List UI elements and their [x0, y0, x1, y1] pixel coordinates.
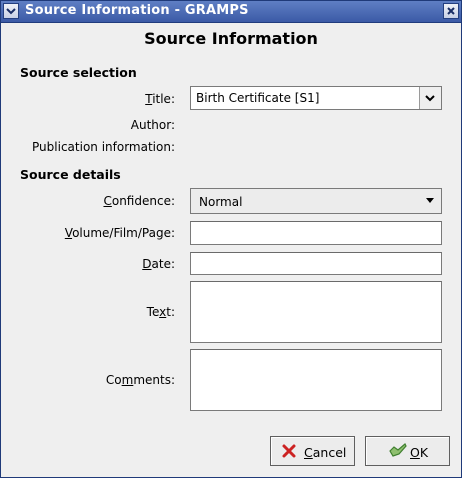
section-source-selection: Source selection	[20, 65, 137, 80]
publication-label: Publication information:	[32, 140, 175, 154]
cancel-label: Cancel	[304, 445, 347, 460]
window-close-button[interactable]	[443, 3, 459, 19]
dropdown-arrow-icon	[426, 198, 434, 203]
close-icon	[447, 7, 455, 15]
section-source-details: Source details	[20, 167, 121, 182]
dialog-heading: Source Information	[144, 29, 318, 48]
ok-button[interactable]: OK	[365, 436, 450, 466]
date-input[interactable]	[190, 252, 442, 275]
title-combo[interactable]: Birth Certificate [S1]	[190, 86, 442, 110]
volume-input[interactable]	[190, 221, 442, 245]
chevron-down-icon	[425, 95, 435, 102]
window-title: Source Information - GRAMPS	[25, 3, 249, 18]
title-label-rest: itle:	[152, 92, 175, 106]
ok-label: OK	[410, 445, 429, 460]
title-bar[interactable]: Source Information - GRAMPS	[1, 1, 461, 23]
cancel-button[interactable]: Cancel	[270, 436, 355, 466]
comments-label: Comments:	[105, 373, 175, 387]
chevron-down-icon	[6, 8, 16, 15]
volume-label: Volume/Film/Page:	[64, 226, 175, 240]
hand-check-icon	[389, 443, 407, 457]
date-label: Date:	[142, 257, 175, 271]
x-icon	[282, 444, 296, 458]
confidence-label: Confidence:	[103, 194, 175, 208]
text-textarea[interactable]	[190, 281, 442, 343]
dialog-window: Source Information - GRAMPS Source Infor…	[0, 0, 462, 478]
confidence-select[interactable]: Normal	[190, 188, 442, 214]
confidence-value: Normal	[199, 195, 243, 209]
text-label: Text:	[146, 305, 175, 319]
window-menu-button[interactable]	[3, 3, 19, 19]
title-combo-value: Birth Certificate [S1]	[196, 91, 320, 105]
title-label: Title:	[145, 92, 175, 106]
author-label: Author:	[130, 118, 175, 132]
title-combo-dropdown-button[interactable]	[419, 87, 441, 109]
comments-textarea[interactable]	[190, 349, 442, 411]
